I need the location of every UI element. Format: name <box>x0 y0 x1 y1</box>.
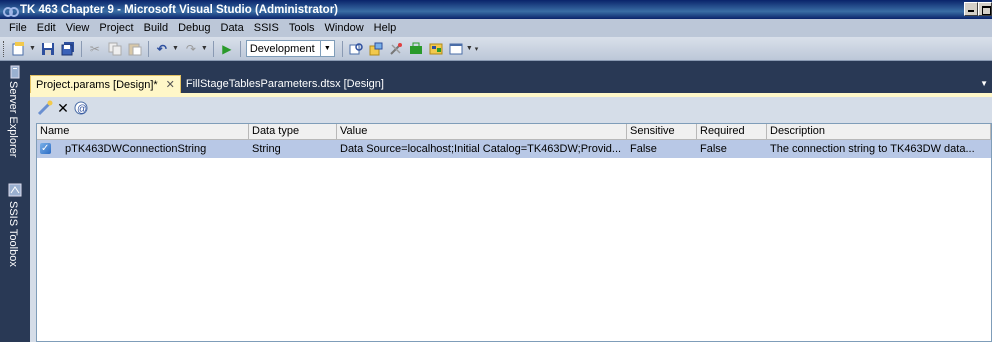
side-dock: Server Explorer SSIS Toolbox <box>0 61 30 342</box>
new-project-icon[interactable] <box>10 40 28 58</box>
menu-file[interactable]: File <box>4 22 32 34</box>
parameters-grid: Name Data type Value Sensitive Required … <box>36 123 992 342</box>
chevron-down-icon[interactable]: ▼ <box>172 45 179 52</box>
column-header-description[interactable]: Description <box>767 124 991 139</box>
toolbar-separator <box>80 40 82 57</box>
find-in-files-icon[interactable] <box>347 40 365 58</box>
column-header-sensitive[interactable]: Sensitive <box>627 124 697 139</box>
parameter-name-cell[interactable]: pTK463DWConnectionString <box>37 140 249 158</box>
title-bar: TK 463 Chapter 9 - Microsoft Visual Stud… <box>0 0 992 19</box>
menu-tools[interactable]: Tools <box>284 22 320 34</box>
toolbar-grip[interactable] <box>3 40 6 57</box>
server-explorer-icon[interactable] <box>8 65 22 79</box>
toolbar-separator <box>212 40 214 57</box>
add-parameter-icon[interactable] <box>36 99 54 117</box>
parameter-value-cell[interactable]: Data Source=localhost;Initial Catalog=TK… <box>337 140 627 158</box>
toolbox-icon[interactable] <box>407 40 425 58</box>
add-to-config-icon[interactable]: @ <box>72 99 90 117</box>
cut-icon[interactable]: ✂ <box>86 40 104 58</box>
command-window-icon[interactable] <box>447 40 465 58</box>
tab-project-params[interactable]: Project.params [Design]* ✕ <box>30 75 181 93</box>
toolbar-separator <box>341 40 343 57</box>
standard-toolbar: ▼ ✂ ↶ ▼ ↷ ▼ ▶ Development ▼ ▼ ▾ <box>0 37 992 61</box>
save-icon[interactable] <box>39 40 57 58</box>
menu-help[interactable]: Help <box>369 22 402 34</box>
tab-label: FillStageTablesParameters.dtsx [Design] <box>185 78 384 90</box>
grid-header: Name Data type Value Sensitive Required … <box>37 124 991 140</box>
ssis-toolbox-icon[interactable] <box>8 183 22 197</box>
parameter-icon <box>40 140 51 158</box>
chevron-down-icon[interactable]: ▼ <box>466 45 473 52</box>
window-title: TK 463 Chapter 9 - Microsoft Visual Stud… <box>20 3 338 16</box>
menu-build[interactable]: Build <box>139 22 173 34</box>
redo-icon[interactable]: ↷ <box>182 40 200 58</box>
undo-icon[interactable]: ↶ <box>153 40 171 58</box>
solution-configuration-dropdown[interactable]: Development <box>245 40 321 57</box>
parameter-required-cell[interactable]: False <box>697 140 767 158</box>
delete-parameter-icon[interactable]: ✕ <box>54 99 72 117</box>
parameter-type-cell[interactable]: String <box>249 140 337 158</box>
minimize-button[interactable] <box>964 2 978 16</box>
parameter-sensitive-cell[interactable]: False <box>627 140 697 158</box>
column-header-required[interactable]: Required <box>697 124 767 139</box>
properties-icon[interactable] <box>387 40 405 58</box>
menu-ssis[interactable]: SSIS <box>249 22 284 34</box>
server-explorer-tab[interactable]: Server Explorer <box>7 81 19 157</box>
svg-text:@: @ <box>77 104 87 115</box>
tab-list-dropdown-icon[interactable]: ▼ <box>980 79 988 88</box>
parameters-toolbar: ✕ @ <box>30 97 992 119</box>
chevron-down-icon[interactable]: ▼ <box>320 40 335 57</box>
toolbar-options-icon[interactable]: ▾ <box>475 45 479 53</box>
chevron-down-icon[interactable]: ▼ <box>29 45 36 52</box>
save-all-icon[interactable] <box>59 40 77 58</box>
solution-explorer-icon[interactable] <box>367 40 385 58</box>
menu-window[interactable]: Window <box>320 22 369 34</box>
parameter-description-cell[interactable]: The connection string to TK463DW data... <box>767 140 991 158</box>
paste-icon[interactable] <box>126 40 144 58</box>
menu-edit[interactable]: Edit <box>32 22 61 34</box>
menu-bar: File Edit View Project Build Debug Data … <box>0 19 992 37</box>
chevron-down-icon[interactable]: ▼ <box>201 45 208 52</box>
column-header-data-type[interactable]: Data type <box>249 124 337 139</box>
document-area: Project.params [Design]* ✕ FillStageTabl… <box>30 61 992 342</box>
table-row[interactable]: pTK463DWConnectionString String Data Sou… <box>37 140 991 158</box>
maximize-button[interactable] <box>978 2 992 16</box>
column-header-name[interactable]: Name <box>37 124 249 139</box>
copy-icon[interactable] <box>106 40 124 58</box>
close-icon[interactable]: ✕ <box>166 78 175 91</box>
menu-data[interactable]: Data <box>216 22 249 34</box>
menu-project[interactable]: Project <box>94 22 138 34</box>
document-tabs: Project.params [Design]* ✕ FillStageTabl… <box>30 75 992 93</box>
parameter-name: pTK463DWConnectionString <box>65 143 207 155</box>
parameters-designer: ✕ @ Name Data type Value Sensitive Requi… <box>30 93 992 342</box>
toolbar-separator <box>239 40 241 57</box>
visual-studio-logo-icon <box>3 5 19 17</box>
menu-debug[interactable]: Debug <box>173 22 215 34</box>
ssis-toolbox-tab[interactable]: SSIS Toolbox <box>7 201 19 267</box>
tab-label: Project.params [Design]* <box>36 78 158 91</box>
start-debugging-icon[interactable]: ▶ <box>218 40 236 58</box>
tab-fillstagetablesparameters[interactable]: FillStageTablesParameters.dtsx [Design] <box>181 75 389 93</box>
toolbar-separator <box>147 40 149 57</box>
menu-view[interactable]: View <box>61 22 95 34</box>
object-browser-icon[interactable] <box>427 40 445 58</box>
column-header-value[interactable]: Value <box>337 124 627 139</box>
